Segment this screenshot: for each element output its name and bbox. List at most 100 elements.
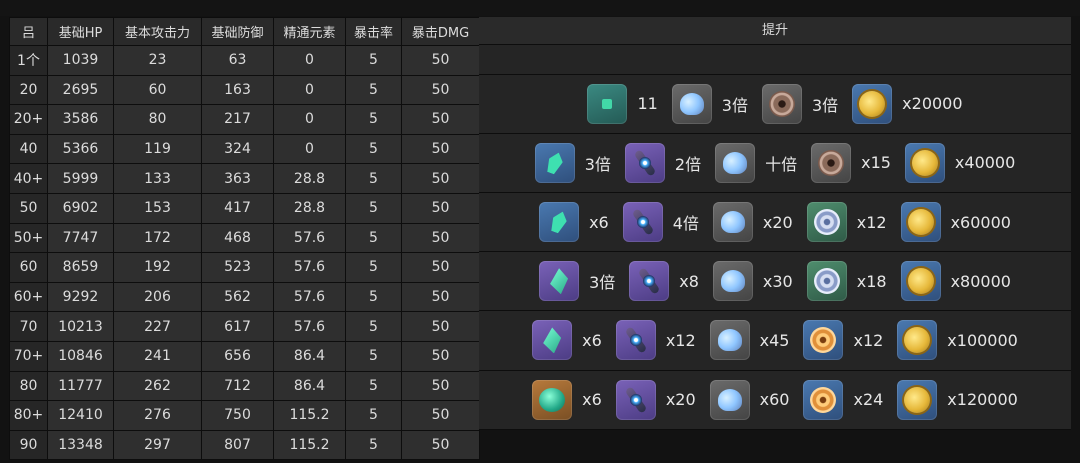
stat-cell: 115.2: [273, 400, 346, 431]
stat-cell: 57.6: [273, 252, 346, 283]
icon-glyph: [813, 268, 840, 295]
material-quantity: x6: [589, 212, 609, 232]
icon-glyph: [907, 268, 934, 295]
stat-cell: 5: [345, 311, 402, 342]
table-row: 1个 1039 23 63 0 5 50: [9, 45, 480, 76]
material-item: 3倍: [539, 261, 615, 302]
level-cell: 50+: [9, 222, 48, 254]
gold-swirl-shell-icon: [803, 320, 844, 361]
level-cell: 60: [9, 252, 48, 283]
icon-glyph: [602, 98, 613, 109]
material-item: 11: [587, 83, 658, 124]
stat-cell: 324: [201, 133, 274, 165]
stat-cell: 417: [201, 192, 274, 224]
blue-flower-icon: [709, 379, 750, 420]
crystal-fragment-icon: [532, 320, 573, 361]
table-row: 80+ 12410 276 750 115.2 5 50: [9, 400, 480, 431]
stat-cell: 50: [401, 222, 480, 254]
stat-cell: 192: [113, 252, 202, 283]
stat-cell: 23: [113, 45, 202, 76]
material-item: x6: [532, 379, 602, 420]
stat-cell: 2695: [47, 74, 114, 106]
stat-cell: 50: [401, 192, 480, 224]
material-item: x60000: [900, 202, 1011, 243]
material-quantity: x60000: [950, 212, 1011, 232]
table-row: 60+ 9292 206 562 57.6 5 50: [9, 281, 480, 313]
stat-cell: 5: [345, 163, 402, 194]
material-quantity: x30: [762, 271, 793, 291]
stat-cell: 163: [201, 74, 274, 106]
material-quantity: 3倍: [584, 154, 611, 174]
material-item: x80000: [900, 261, 1011, 302]
stat-cell: 50: [401, 133, 480, 165]
stat-cell: 5: [345, 133, 402, 165]
level-cell: 90: [9, 429, 48, 461]
stat-cell: 0: [273, 133, 346, 165]
level-cell: 50: [9, 192, 48, 224]
level-cell: 20+: [9, 104, 48, 135]
material-quantity: x24: [853, 390, 884, 410]
material-item: x18: [806, 261, 887, 302]
stat-cell: 50: [401, 252, 480, 283]
stat-cell: 0: [273, 74, 346, 106]
material-item: x120000: [897, 379, 1018, 420]
material-quantity: x12: [665, 330, 696, 350]
crystal-gemstone-icon: [532, 379, 573, 420]
material-quantity: x20: [762, 212, 793, 232]
stat-cell: 86.4: [273, 340, 346, 372]
gold-coin-icon: [904, 142, 945, 183]
material-item: x12: [615, 320, 696, 361]
material-item: x40000: [904, 142, 1015, 183]
stat-cell: 5: [345, 104, 402, 135]
stat-cell: 12410: [47, 400, 114, 431]
material-quantity: 3倍: [721, 95, 748, 115]
icon-glyph: [911, 149, 938, 176]
column-header: 基础防御: [201, 17, 274, 46]
icon-glyph: [717, 329, 742, 352]
shell-icon: [811, 142, 852, 183]
shell-icon: [761, 83, 802, 124]
material-quantity: 2倍: [674, 154, 702, 174]
stat-cell: 172: [113, 222, 202, 254]
stat-cell: 617: [201, 311, 274, 342]
stat-cell: 50: [401, 400, 480, 431]
table-row: 50+ 7747 172 468 57.6 5 50: [9, 222, 480, 254]
material-item: x6: [539, 202, 609, 243]
material-item: x24: [803, 379, 884, 420]
material-quantity: 4倍: [672, 214, 699, 234]
stat-cell: 28.8: [273, 163, 346, 194]
icon-glyph-eye: [629, 393, 642, 406]
stat-cell: 6902: [47, 192, 114, 224]
material-item: x12: [806, 202, 887, 243]
stat-cell: 57.6: [273, 222, 346, 254]
column-header: 基础HP: [47, 17, 114, 46]
rod-icon: [622, 202, 663, 243]
material-quantity: x45: [759, 330, 790, 350]
stat-cell: 50: [401, 311, 480, 342]
level-cell: 80: [9, 370, 48, 402]
stat-cell: 115.2: [273, 429, 346, 461]
stat-cell: 10846: [47, 340, 114, 372]
material-item: x8: [629, 261, 699, 302]
ascension-table-view: 吕基础HP 基本攻击力 基础防御 精通元素 暴击率 暴击DMG 1个 1039 23 63 0 5 5…: [0, 0, 1080, 463]
material-quantity: x20000: [902, 94, 963, 114]
material-item: x60: [709, 379, 789, 420]
material-item: x20000: [852, 83, 963, 124]
title-strip: [0, 0, 1080, 16]
icon-glyph: [550, 268, 569, 295]
swirl-shell-icon: [806, 261, 847, 302]
stat-cell: 50: [401, 370, 480, 402]
icon-glyph: [679, 92, 704, 115]
material-quantity: x120000: [947, 390, 1018, 410]
column-header: 精通元素: [273, 17, 346, 46]
stat-cell: 241: [113, 340, 202, 372]
stat-cell: 5: [345, 370, 402, 402]
upgrade-row-empty: [479, 45, 1071, 75]
stat-cell: 50: [401, 281, 480, 313]
stat-cell: 60: [113, 74, 202, 106]
stat-cell: 5: [345, 340, 402, 372]
icon-glyph: [768, 90, 795, 117]
gold-coin-icon: [900, 261, 941, 302]
icon-glyph: [720, 211, 745, 234]
material-item: x20: [712, 202, 793, 243]
